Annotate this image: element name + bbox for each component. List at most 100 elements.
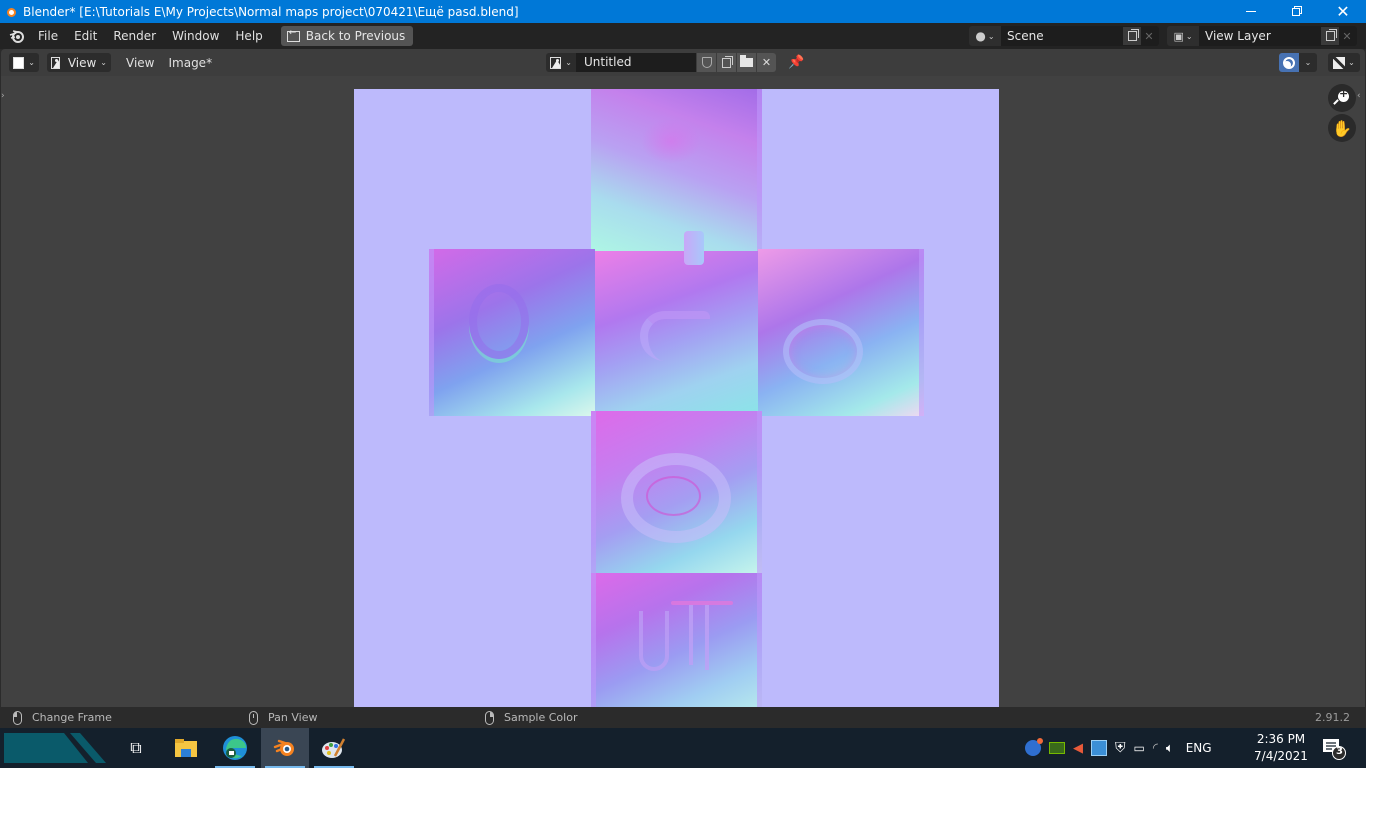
screen: Blender* [E:\Tutorials E\My Projects\Nor… (0, 0, 1366, 768)
window-title-bar: Blender* [E:\Tutorials E\My Projects\Nor… (0, 0, 1366, 23)
start-logo-icon[interactable] (4, 733, 108, 763)
uv-tile-bottom-1 (591, 411, 762, 573)
overlays-toggle[interactable]: ⌄ (1279, 53, 1317, 72)
clock[interactable]: 2:36 PM 7/4/2021 (1252, 731, 1310, 765)
fake-user-button[interactable] (696, 53, 716, 72)
new-view-layer-button[interactable] (1321, 27, 1339, 45)
status-hint-change-frame: Change Frame (13, 707, 112, 728)
menu-window[interactable]: Window (164, 23, 227, 49)
pin-icon[interactable]: 📌 (788, 55, 804, 70)
image-viewport[interactable]: › ‹ + ✋ (1, 76, 1365, 707)
display-channels-icon (1333, 56, 1346, 69)
mouse-middle-icon (249, 710, 258, 725)
status-hint-sample-color: Sample Color (485, 707, 577, 728)
blender-icon (273, 739, 294, 756)
image-name-field[interactable]: Untitled (576, 53, 696, 72)
language-indicator[interactable]: ENG (1186, 741, 1212, 755)
edge-icon (223, 736, 247, 760)
menu-view[interactable]: View (119, 56, 161, 70)
clock-time: 2:36 PM (1256, 732, 1306, 746)
status-hint-label: Change Frame (32, 711, 112, 724)
new-image-button[interactable] (716, 53, 736, 72)
file-explorer-icon (175, 739, 197, 757)
image-editor-icon (13, 56, 25, 69)
intel-icon[interactable] (1091, 740, 1107, 756)
uv-tile-middle (595, 251, 758, 411)
zoom-gizmo[interactable] (1328, 84, 1356, 112)
task-view-button[interactable]: ⧉ (112, 728, 160, 768)
menu-help[interactable]: Help (227, 23, 270, 49)
status-bar: Change Frame Pan View Sample Color 2.91.… (0, 707, 1366, 728)
sidebar-toggle-chevron-left-icon[interactable]: ‹ (1357, 88, 1365, 104)
rocket-icon[interactable] (1025, 738, 1043, 756)
blender-menu-icon[interactable] (4, 23, 30, 49)
view-layer-name[interactable]: View Layer (1199, 29, 1271, 43)
menu-edit[interactable]: Edit (66, 23, 105, 49)
notification-center-button[interactable]: 3 (1322, 738, 1346, 760)
menu-image[interactable]: Image* (161, 56, 219, 70)
delete-view-layer-button[interactable]: ✕ (1339, 27, 1355, 45)
copy-icon (1127, 29, 1139, 41)
new-scene-button[interactable] (1123, 27, 1141, 45)
view-layer-icon[interactable]: ▣ ⌄ (1167, 26, 1199, 46)
notification-count-badge: 3 (1336, 746, 1343, 757)
battery-icon[interactable]: ▭ (1134, 741, 1145, 755)
open-image-button[interactable] (736, 53, 756, 72)
window-title: Blender* [E:\Tutorials E\My Projects\Nor… (23, 4, 519, 19)
pan-hand-icon: ✋ (1332, 118, 1352, 138)
scene-icon[interactable]: ● ⌄ (969, 26, 1001, 46)
browse-image-button[interactable]: ⌄ (546, 53, 576, 72)
image-editor-header: ⌄ View ⌄ View Image* ⌄ Untitled ✕ 📌 ⌄ ⌄ (1, 49, 1365, 76)
back-icon (286, 28, 300, 42)
unlink-image-button[interactable]: ✕ (756, 53, 776, 72)
speaker-icon[interactable]: 🔈︎ (1166, 741, 1174, 756)
windows-taskbar: ⧉ ◀ ⛨ ▭ ◜ 🔈︎ ENG 2:36 PM 7/4/2021 3 (0, 728, 1366, 768)
restore-button[interactable] (1274, 0, 1320, 23)
mode-label: View (67, 55, 97, 70)
editor-type-dropdown[interactable]: ⌄ (9, 53, 39, 72)
normal-map-image[interactable] (354, 89, 999, 707)
system-tray: ◀ ⛨ ▭ ◜ 🔈︎ ENG (1025, 728, 1212, 768)
paint-button[interactable] (310, 728, 358, 768)
file-explorer-button[interactable] (162, 728, 210, 768)
overlay-icon[interactable] (1279, 53, 1299, 72)
overlay-dropdown[interactable]: ⌄ (1299, 53, 1317, 72)
top-bar: File Edit Render Window Help Back to Pre… (0, 23, 1366, 49)
blender-taskbar-button[interactable] (261, 728, 309, 768)
copy-icon (1325, 29, 1337, 41)
paint-icon (322, 738, 346, 758)
status-hint-pan-view: Pan View (249, 707, 317, 728)
mode-dropdown[interactable]: View ⌄ (47, 53, 111, 72)
delete-scene-button[interactable]: ✕ (1141, 27, 1157, 45)
uv-tile-left (429, 249, 595, 416)
edge-button[interactable] (211, 728, 259, 768)
display-channels-dropdown[interactable]: ⌄ (1328, 53, 1360, 72)
uv-tile-right (758, 249, 924, 416)
scene-selector[interactable]: ● ⌄ Scene ✕ (969, 26, 1159, 46)
view-layer-selector[interactable]: ▣ ⌄ View Layer ✕ (1167, 26, 1357, 46)
scene-name[interactable]: Scene (1001, 29, 1044, 43)
status-hint-label: Sample Color (504, 711, 578, 724)
menu-render[interactable]: Render (105, 23, 164, 49)
status-hint-label: Pan View (268, 711, 318, 724)
minimize-button[interactable] (1228, 0, 1274, 23)
image-icon (550, 56, 562, 69)
pan-gizmo[interactable]: ✋ (1328, 114, 1356, 142)
menu-file[interactable]: File (30, 23, 66, 49)
folder-icon (740, 55, 753, 67)
zoom-icon (1338, 87, 1349, 102)
uv-tile-bottom-2 (591, 573, 762, 707)
wifi-icon[interactable]: ◜ (1153, 741, 1158, 756)
close-button[interactable]: ✕ (1320, 0, 1366, 23)
security-icon[interactable]: ⛨ (1115, 740, 1126, 756)
back-to-previous-button[interactable]: Back to Previous (280, 26, 414, 46)
blender-icon (5, 6, 17, 18)
blender-version: 2.91.2 (1315, 711, 1350, 724)
shield-icon (701, 57, 712, 68)
mouse-right-icon (485, 710, 494, 725)
nvidia-icon[interactable] (1049, 742, 1065, 754)
uv-tile-top (591, 89, 762, 251)
toolbar-toggle-chevron-right-icon[interactable]: › (1, 88, 9, 104)
copy-icon (722, 55, 733, 68)
volume-muted-icon[interactable]: ◀ (1073, 741, 1083, 756)
